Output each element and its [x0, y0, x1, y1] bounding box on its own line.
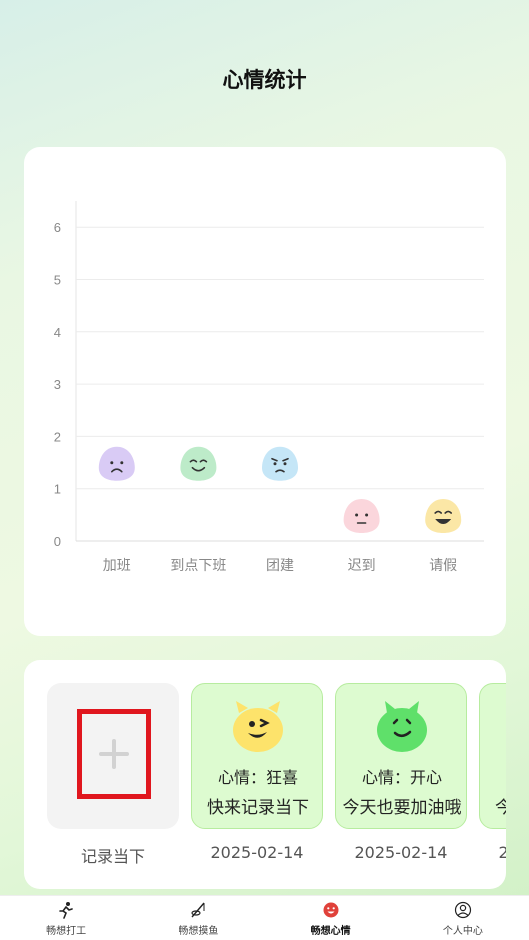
x-tick-label: 迟到: [348, 557, 376, 573]
mood-face-icon: [323, 902, 339, 918]
person-icon: [454, 901, 471, 919]
nav-label: 畅想心情: [310, 926, 351, 937]
y-tick-label: 4: [54, 325, 61, 340]
plus-icon-vertical: [112, 739, 116, 769]
record-card[interactable]: 心情：开心 今天也要加油: [479, 683, 506, 829]
add-record-caption: 记录当下: [80, 847, 145, 866]
x-tick-label: 加班: [103, 557, 131, 573]
record-note: 今天也要加油: [480, 793, 506, 818]
record-card[interactable]: 心情：狂喜 快来记录当下: [191, 683, 323, 829]
record-note: 今天也要加油哦: [342, 798, 462, 818]
record-mood: 心情：开心: [480, 764, 507, 788]
y-tick-label: 2: [54, 429, 61, 444]
mood-chart-card: 0 1 2 3 4 5 6 加班 到点下班 团建 迟到 请假: [24, 147, 506, 636]
record-card[interactable]: 心情：开心 今天也要加油哦: [335, 683, 467, 829]
record-date: 2025-02-14: [498, 843, 507, 862]
nav-item-slack[interactable]: 畅想摸鱼: [132, 896, 264, 940]
y-tick-label: 5: [54, 273, 61, 288]
bottom-nav: 畅想打工 畅想摸鱼 畅想心情 个人中心: [0, 895, 529, 940]
y-tick-label: 1: [54, 482, 61, 497]
nav-label: 个人中心: [442, 926, 483, 937]
nav-item-work[interactable]: 畅想打工: [0, 896, 132, 940]
wink-yellow-face-icon: [233, 701, 283, 752]
page-title: 心情统计: [222, 68, 307, 92]
record-mood: 心情：开心: [361, 768, 442, 787]
y-tick-label: 0: [54, 534, 61, 549]
smile-face-icon: [180, 446, 217, 481]
nav-item-profile[interactable]: 个人中心: [397, 896, 529, 940]
x-tick-label: 团建: [266, 557, 294, 573]
runner-icon: [59, 902, 73, 919]
record-date: 2025-02-14: [210, 843, 304, 862]
nav-item-mood[interactable]: 畅想心情: [265, 896, 397, 940]
nav-label: 畅想打工: [46, 926, 87, 937]
record-date: 2025-02-14: [354, 843, 448, 862]
mood-chart: 0 1 2 3 4 5 6 加班 到点下班 团建 迟到 请假: [54, 201, 484, 573]
add-record-button[interactable]: [47, 683, 179, 829]
worried-face-icon: [262, 446, 298, 481]
record-note: 快来记录当下: [207, 798, 309, 818]
x-tick-label: 请假: [429, 557, 457, 573]
x-tick-label: 到点下班: [170, 557, 226, 573]
neutral-face-icon: [343, 499, 380, 533]
sad-face-icon: [98, 446, 135, 481]
add-record-highlight: [77, 709, 151, 799]
happy-green-face-icon: [377, 701, 427, 752]
y-tick-label: 6: [54, 220, 61, 235]
y-tick-label: 3: [54, 377, 61, 392]
fishing-icon: [191, 902, 205, 918]
record-mood: 心情：狂喜: [217, 768, 298, 787]
grin-face-icon: [425, 499, 462, 533]
records-scroller[interactable]: 记录当下 心情：狂喜 快来记录当下 2025-02-14 心情：开心 今天也要加…: [24, 660, 506, 889]
nav-label: 畅想摸鱼: [178, 926, 219, 937]
records-card: 记录当下 心情：狂喜 快来记录当下 2025-02-14 心情：开心 今天也要加…: [24, 660, 506, 889]
